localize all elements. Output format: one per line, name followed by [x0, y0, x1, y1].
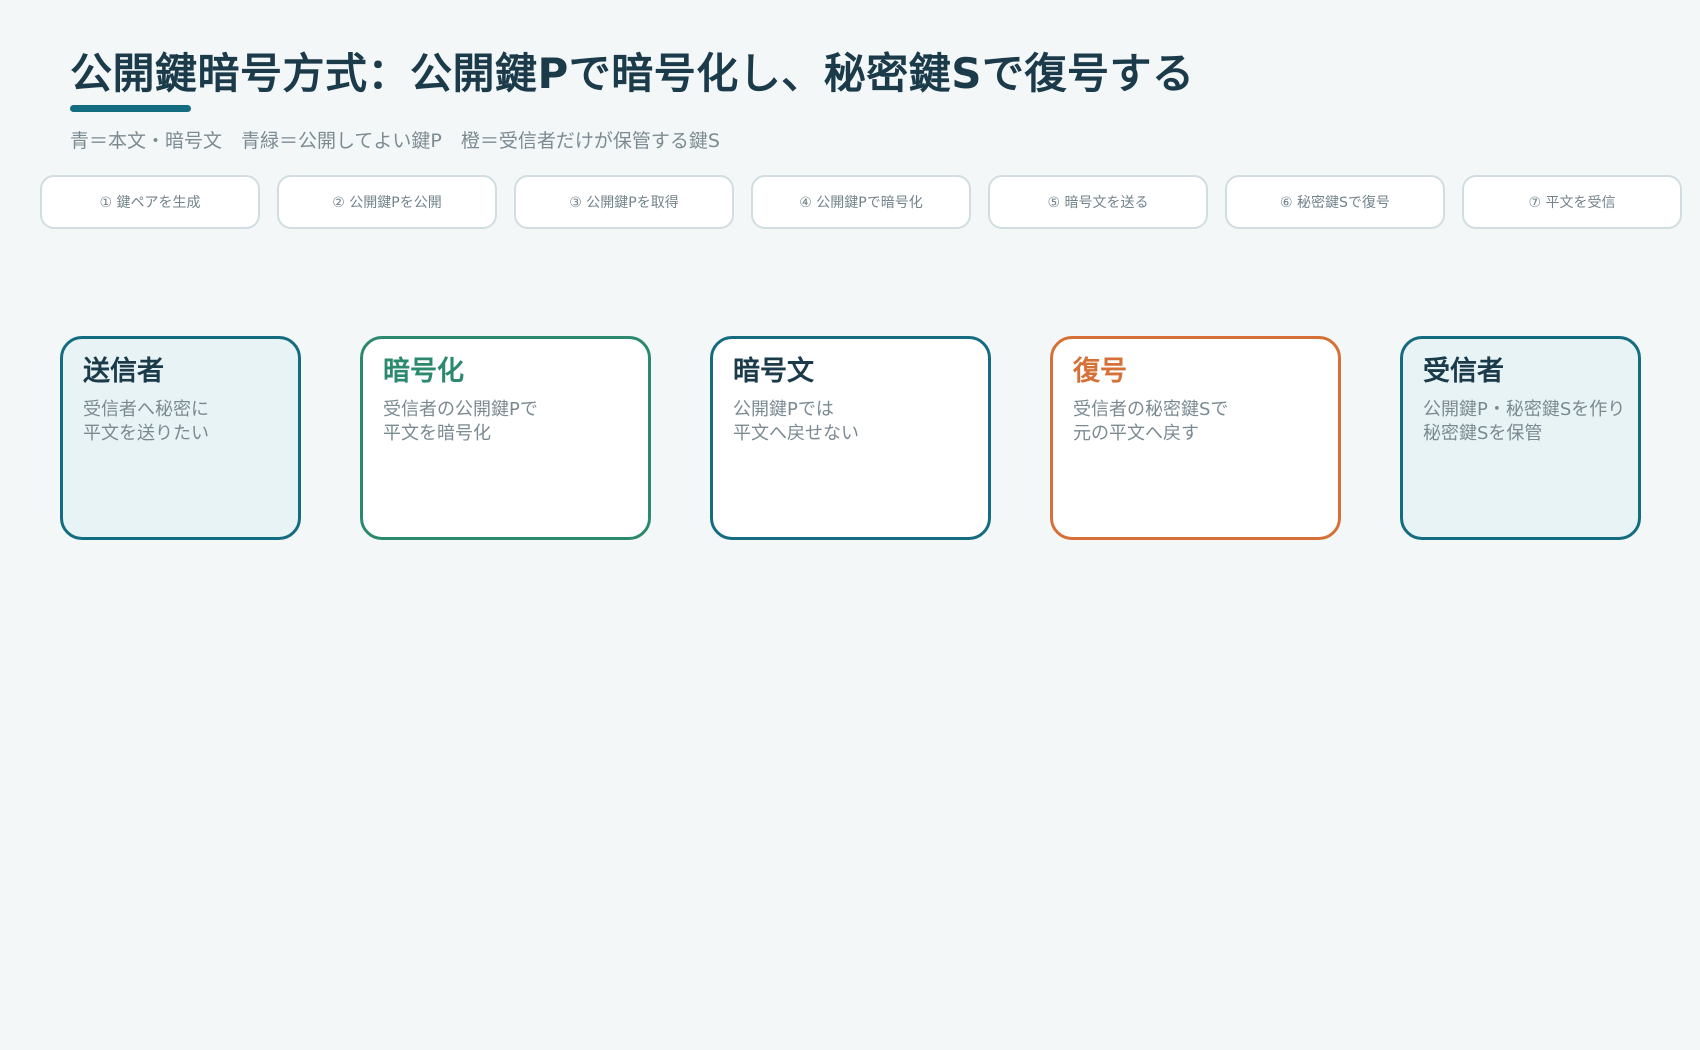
step-1-button[interactable]: ① 鍵ペアを生成	[40, 175, 260, 229]
node-title: 暗号文	[733, 356, 814, 387]
node-title: 暗号化	[383, 356, 464, 387]
node-desc-line: 受信者の公開鍵Pで	[383, 399, 538, 420]
node-description: 受信者の公開鍵Pで 平文を暗号化	[383, 398, 648, 446]
step-4-button[interactable]: ④ 公開鍵Pで暗号化	[751, 175, 971, 229]
node-desc-line: 平文を暗号化	[383, 423, 491, 444]
node-desc-line: 元の平文へ戻す	[1073, 423, 1199, 444]
color-legend: 青＝本文・暗号文 青緑＝公開してよい鍵P 橙＝受信者だけが保管する鍵S	[70, 130, 720, 152]
node-description: 公開鍵Pでは 平文へ戻せない	[733, 398, 988, 446]
step-2-button[interactable]: ② 公開鍵Pを公開	[277, 175, 497, 229]
step-7-button[interactable]: ⑦ 平文を受信	[1462, 175, 1682, 229]
node-title: 復号	[1073, 356, 1127, 387]
node-title: 送信者	[83, 356, 164, 387]
node-title: 受信者	[1423, 356, 1504, 387]
step-6-button[interactable]: ⑥ 秘密鍵Sで復号	[1225, 175, 1445, 229]
node-desc-line: 秘密鍵Sを保管	[1423, 423, 1543, 444]
node-description: 受信者へ秘密に 平文を送りたい	[83, 398, 298, 446]
step-5-button[interactable]: ⑤ 暗号文を送る	[988, 175, 1208, 229]
page-title: 公開鍵暗号方式：公開鍵Pで暗号化し、秘密鍵Sで復号する	[70, 49, 1195, 98]
node-desc-line: 平文へ戻せない	[733, 423, 859, 444]
node-description: 受信者の秘密鍵Sで 元の平文へ戻す	[1073, 398, 1338, 446]
node-desc-line: 公開鍵Pでは	[733, 399, 834, 420]
step-3-button[interactable]: ③ 公開鍵Pを取得	[514, 175, 734, 229]
node-description: 公開鍵P・秘密鍵Sを作り 秘密鍵Sを保管	[1423, 398, 1638, 446]
ciphertext-node: 暗号文 公開鍵Pでは 平文へ戻せない	[710, 336, 991, 540]
decryption-node: 復号 受信者の秘密鍵Sで 元の平文へ戻す	[1050, 336, 1341, 540]
step-buttons: ① 鍵ペアを生成 ② 公開鍵Pを公開 ③ 公開鍵Pを取得 ④ 公開鍵Pで暗号化 …	[40, 175, 1684, 231]
node-desc-line: 平文を送りたい	[83, 423, 209, 444]
receiver-node: 受信者 公開鍵P・秘密鍵Sを作り 秘密鍵Sを保管	[1400, 336, 1641, 540]
node-desc-line: 受信者へ秘密に	[83, 399, 209, 420]
title-underline	[70, 105, 191, 112]
sender-node: 送信者 受信者へ秘密に 平文を送りたい	[60, 336, 301, 540]
node-desc-line: 受信者の秘密鍵Sで	[1073, 399, 1229, 420]
node-desc-line: 公開鍵P・秘密鍵Sを作り	[1423, 399, 1626, 420]
encryption-node: 暗号化 受信者の公開鍵Pで 平文を暗号化	[360, 336, 651, 540]
